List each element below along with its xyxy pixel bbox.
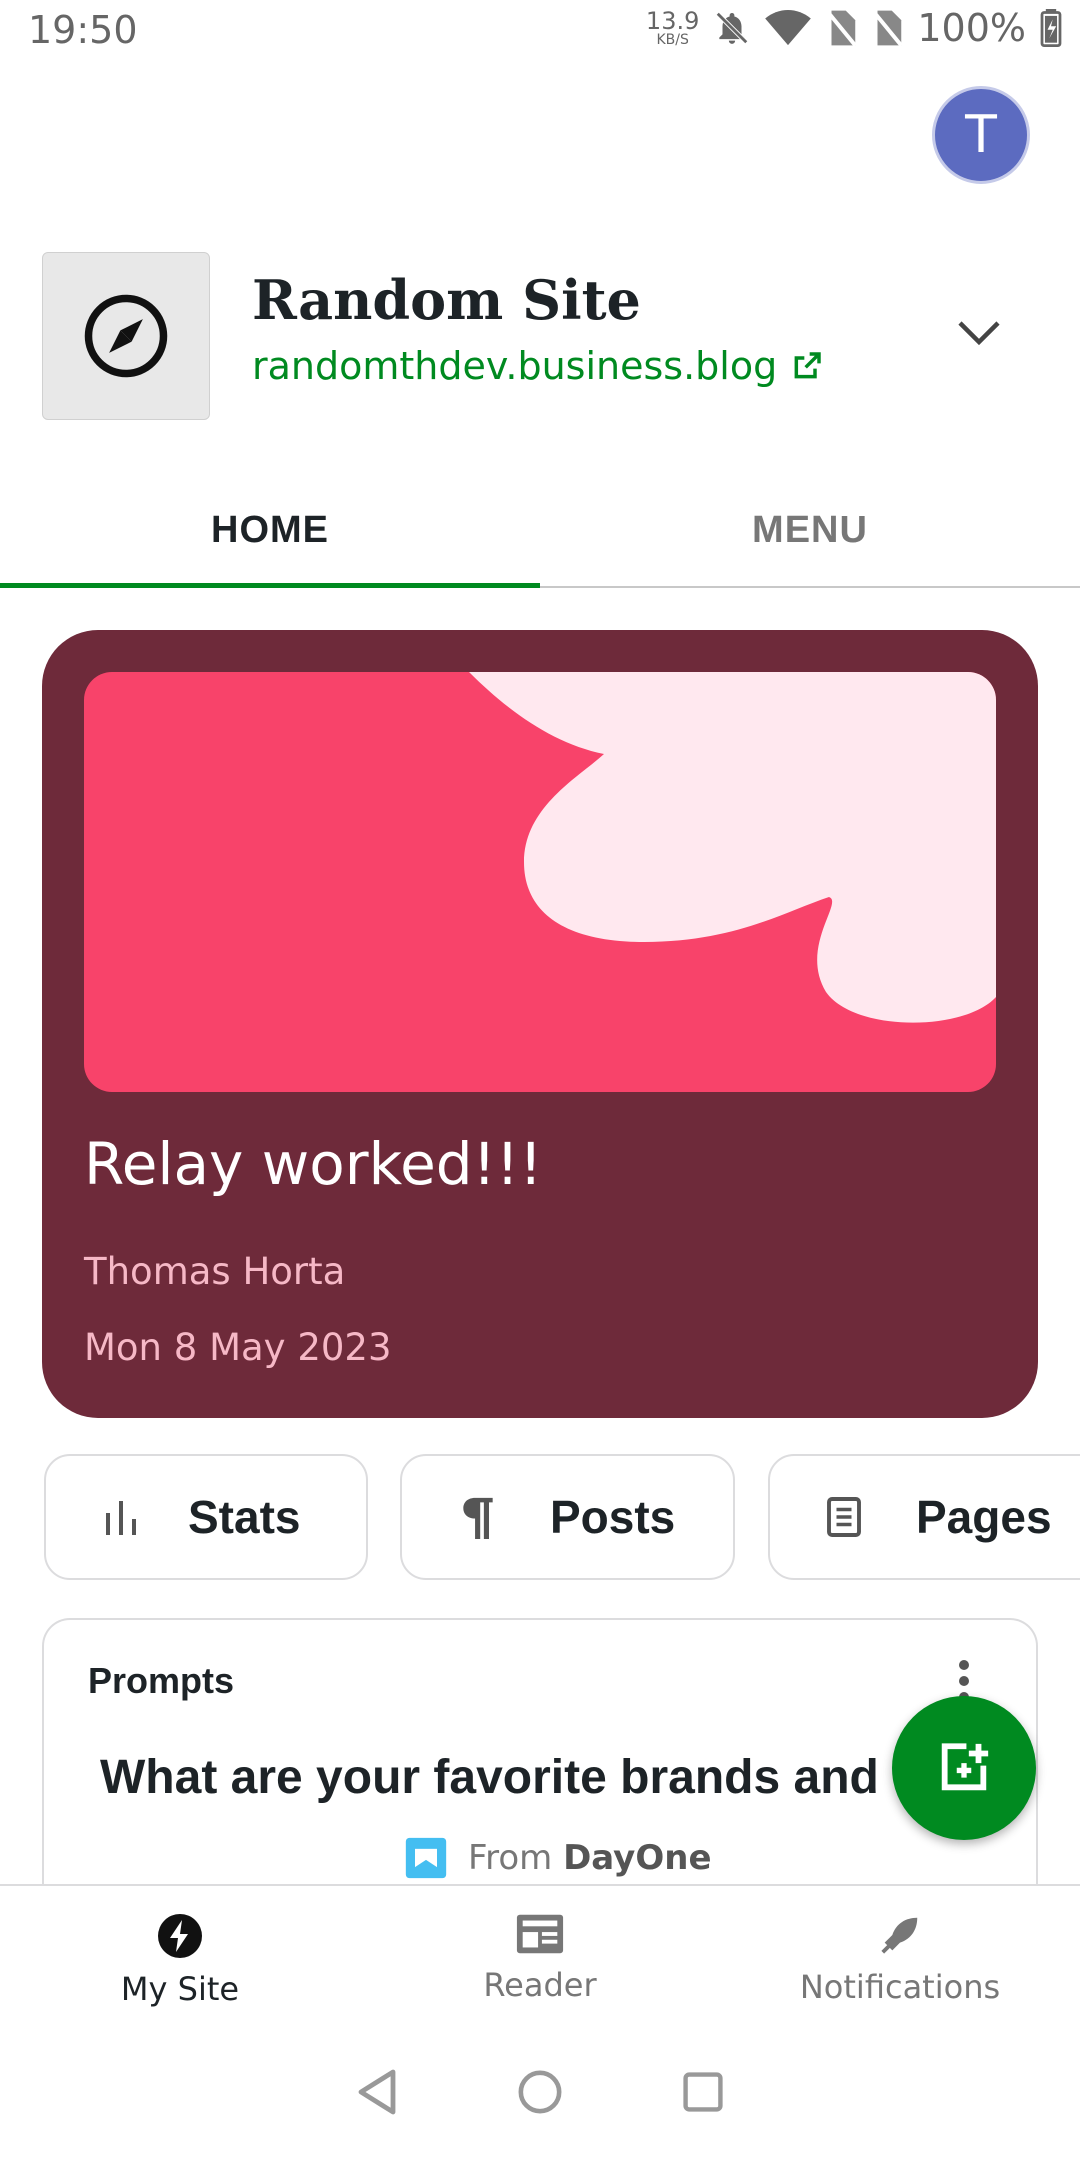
my-site-icon — [158, 1914, 202, 1958]
stats-icon — [106, 1501, 136, 1535]
status-bar: 19:50 13.9 KB/S 100% — [0, 0, 1080, 64]
nav-my-site-label: My Site — [120, 1970, 240, 2008]
network-speed-unit: KB/S — [656, 32, 689, 48]
page-icon — [827, 1497, 861, 1537]
tab-bar: HOME MENU — [0, 474, 1080, 588]
recents-icon[interactable] — [681, 2070, 725, 2114]
account-avatar[interactable]: T — [932, 86, 1030, 184]
prompt-source: From DayOne — [404, 1836, 712, 1880]
wifi-icon — [765, 9, 812, 46]
avatar-letter: T — [965, 105, 997, 165]
stats-label: Stats — [188, 1491, 301, 1543]
compass-icon — [84, 294, 168, 378]
nav-reader-label: Reader — [483, 1966, 597, 2004]
post-author: Thomas Horta — [84, 1250, 346, 1293]
posts-button[interactable]: Posts — [400, 1454, 735, 1580]
nav-notifications-label: Notifications — [799, 1968, 1001, 2006]
battery-percent: 100% — [917, 6, 1026, 50]
nav-reader[interactable]: Reader — [360, 1886, 720, 2024]
prompts-title: Prompts — [88, 1660, 235, 1701]
stats-button[interactable]: Stats — [44, 1454, 368, 1580]
bottom-navigation: My Site Reader Notifications — [0, 1884, 1080, 2024]
battery-icon — [1040, 9, 1062, 47]
nav-my-site[interactable]: My Site — [0, 1886, 360, 2024]
prompt-question: What are your favorite brands and w — [100, 1751, 930, 1804]
posts-label: Posts — [550, 1491, 676, 1543]
pages-label: Pages — [916, 1491, 1052, 1543]
featured-post-card[interactable]: Relay worked!!! Thomas Horta Mon 8 May 2… — [42, 630, 1038, 1418]
home-icon[interactable] — [517, 2069, 563, 2115]
tab-home[interactable]: HOME — [0, 474, 540, 588]
site-icon[interactable] — [42, 252, 210, 420]
post-date: Mon 8 May 2023 — [84, 1326, 392, 1369]
bell-off-icon — [716, 12, 749, 44]
network-speed: 13.9 KB/S — [646, 9, 699, 47]
pilcrow-icon — [463, 1497, 493, 1539]
site-title[interactable]: Random Site — [252, 268, 641, 332]
no-sim-icon — [871, 9, 904, 47]
site-url-link[interactable]: randomthdev.business.blog — [252, 344, 823, 388]
site-switcher-button[interactable] — [956, 318, 1002, 352]
external-link-icon — [794, 352, 821, 379]
status-icons: 13.9 KB/S 100% — [646, 6, 1062, 50]
dayone-logo-icon — [405, 1837, 447, 1879]
pages-button[interactable]: Pages — [768, 1454, 1080, 1580]
post-title: Relay worked!!! — [84, 1130, 543, 1198]
nav-notifications[interactable]: Notifications — [720, 1886, 1080, 2024]
notifications-icon — [881, 1917, 918, 1954]
back-icon[interactable] — [355, 2068, 399, 2116]
prompts-card[interactable]: Prompts What are your favorite brands an… — [42, 1618, 1038, 1918]
reader-icon — [516, 1914, 564, 1954]
system-navigation-bar — [0, 2024, 1080, 2160]
post-featured-image — [84, 672, 996, 1092]
tab-menu[interactable]: MENU — [540, 474, 1080, 586]
network-speed-value: 13.9 — [645, 7, 700, 35]
prompt-from-prefix: From — [468, 1838, 553, 1878]
chevron-down-icon — [958, 321, 1000, 346]
new-post-icon — [941, 1743, 989, 1791]
site-url: randomthdev.business.blog — [252, 344, 778, 388]
prompt-from-source: DayOne — [563, 1838, 712, 1878]
no-sim-icon — [825, 9, 858, 47]
status-time: 19:50 — [28, 8, 138, 52]
create-post-fab[interactable] — [892, 1696, 1036, 1840]
